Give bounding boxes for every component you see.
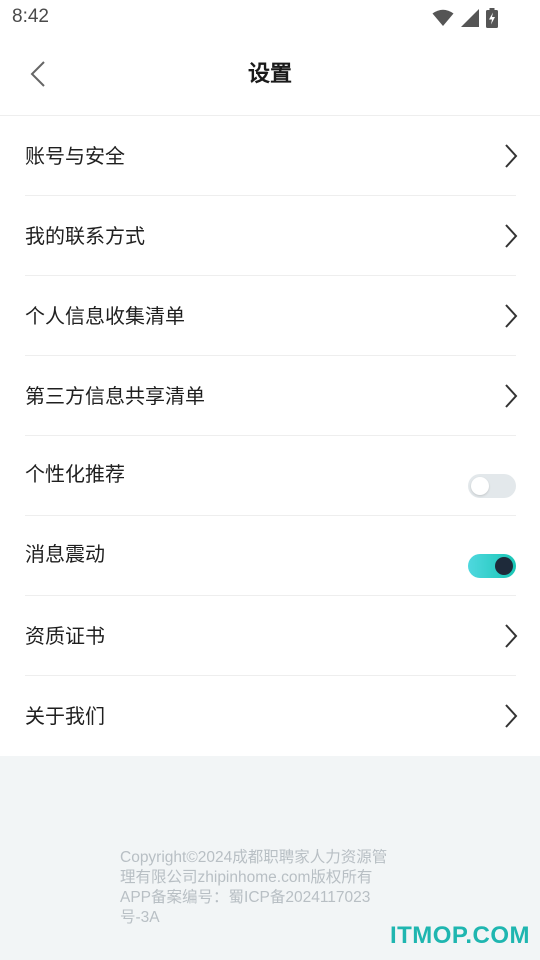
watermark: ITMOP.COM: [389, 922, 530, 949]
chevron-right-icon: [504, 383, 518, 409]
settings-item-message-vibration: 消息震动: [0, 516, 540, 596]
status-time: 8:42: [12, 6, 49, 27]
settings-item-label: 我的联系方式: [25, 224, 145, 248]
copyright-line: 理有限公司zhipinhome.com版权所有: [120, 869, 373, 886]
settings-item-account-security[interactable]: 账号与安全: [0, 116, 540, 196]
chevron-right-icon: [504, 703, 518, 729]
settings-item-personalized-recommendation: 个性化推荐: [0, 436, 540, 516]
header: 设置: [0, 36, 540, 116]
wifi-icon: [432, 9, 454, 27]
settings-item-my-contact[interactable]: 我的联系方式: [0, 196, 540, 276]
settings-item-personal-info-list[interactable]: 个人信息收集清单: [0, 276, 540, 356]
settings-item-third-party-sharing[interactable]: 第三方信息共享清单: [0, 356, 540, 436]
footer-copyright: Copyright©2024成都职聘家人力资源管 理有限公司zhipinhome…: [120, 848, 430, 928]
settings-item-label: 资质证书: [25, 624, 105, 648]
status-bar: 8:42: [0, 0, 540, 36]
settings-screen: 8:42 设置 账号与安全 我的联系方式 个人信息收集清单 第三方信息共享清单 …: [0, 0, 540, 960]
signal-icon: [460, 9, 480, 27]
settings-item-label: 消息震动: [25, 542, 105, 566]
copyright-line: 号-3A: [120, 909, 160, 926]
chevron-right-icon: [504, 143, 518, 169]
toggle-knob: [495, 557, 513, 575]
page-title: 设置: [247, 62, 292, 87]
settings-item-label: 第三方信息共享清单: [25, 384, 205, 408]
chevron-right-icon: [504, 223, 518, 249]
settings-item-qualification-certificate[interactable]: 资质证书: [0, 596, 540, 676]
settings-item-about-us[interactable]: 关于我们: [0, 676, 540, 756]
chevron-right-icon: [504, 623, 518, 649]
settings-item-label: 账号与安全: [25, 144, 125, 168]
personalized-recommendation-toggle[interactable]: [468, 474, 516, 498]
battery-charging-icon: [486, 8, 498, 28]
settings-item-label: 个性化推荐: [25, 462, 125, 486]
settings-item-label: 关于我们: [25, 704, 105, 728]
settings-item-label: 个人信息收集清单: [25, 304, 185, 328]
toggle-knob: [471, 477, 489, 495]
settings-list: 账号与安全 我的联系方式 个人信息收集清单 第三方信息共享清单 个性化推荐 消息…: [0, 116, 540, 756]
copyright-line: APP备案编号：蜀ICP备2024117023: [120, 889, 371, 906]
status-icons: [432, 7, 498, 29]
message-vibration-toggle[interactable]: [468, 554, 516, 578]
copyright-line: Copyright©2024成都职聘家人力资源管: [120, 849, 388, 866]
chevron-right-icon: [504, 303, 518, 329]
